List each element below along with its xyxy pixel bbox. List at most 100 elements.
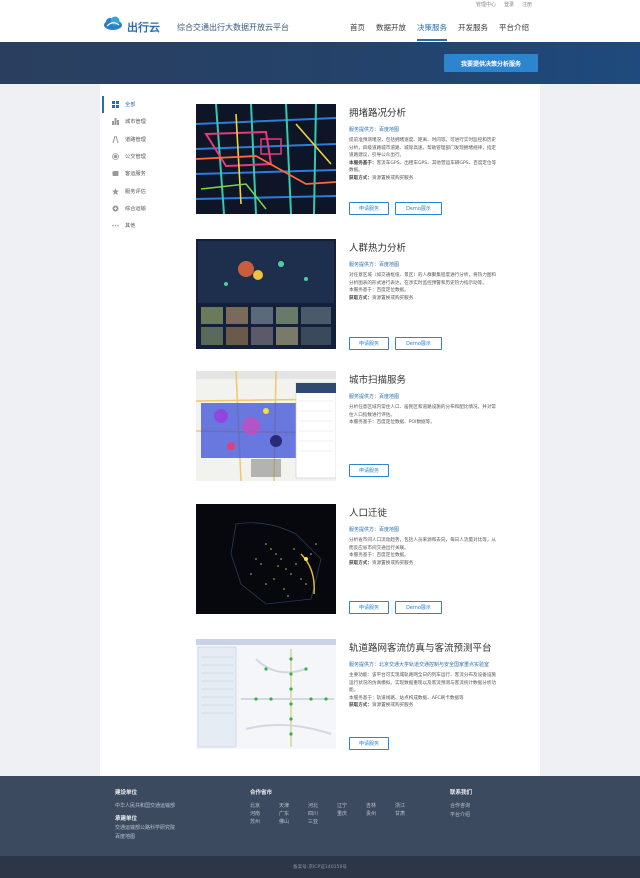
- transport-icon: [112, 205, 119, 212]
- service-info: 城市扫描服务 服务提供方：百度地图 分析任意区域内常住人口、居民区和道路设施的分…: [349, 371, 497, 427]
- service-actions: 申请服务 Demo展示: [349, 202, 442, 215]
- service-title[interactable]: 拥堵路况分析: [349, 108, 497, 120]
- nav-home[interactable]: 首页: [350, 22, 365, 41]
- grid-icon: [112, 101, 119, 109]
- sidebar-item-evaluation[interactable]: 服务评估: [102, 182, 172, 199]
- description-line: 获取方式：资源置换或购买服务: [349, 703, 414, 709]
- sidebar-item-all[interactable]: 全部: [102, 96, 172, 114]
- demo-button[interactable]: Demo展示: [395, 337, 442, 350]
- description-line: 本服务基于：客流车GPS、出租车GPS、其他营运车辆GPS、百度定位等数据。: [349, 160, 497, 174]
- footer-contact: 联系我们 合作咨询 平台介绍: [450, 789, 472, 820]
- service-title[interactable]: 轨道路网客流仿真与客流预测平台: [349, 643, 497, 655]
- city-link[interactable]: 北京: [250, 802, 279, 810]
- demo-button[interactable]: Demo展示: [395, 202, 442, 215]
- city-link[interactable]: 佛山: [279, 818, 308, 826]
- apply-service-button[interactable]: 申请服务: [349, 464, 389, 477]
- header: 出行云 综合交通出行大数据开放云平台 首页 数据开放 决策服务 开发服务 平台介…: [0, 10, 640, 42]
- cloud-logo-icon: [104, 16, 122, 30]
- heatmap-dashboard-image[interactable]: [196, 239, 336, 349]
- service-provider: 服务提供方：百度地图: [349, 127, 400, 133]
- sidebar-item-bus[interactable]: 公交管理: [102, 148, 172, 165]
- sidebar-item-label: 道路管理: [125, 136, 146, 143]
- star-icon: [112, 187, 119, 195]
- description-line: 获取方式：资源置换或购买服务: [349, 175, 414, 181]
- footer-item[interactable]: 合作咨询: [450, 802, 472, 811]
- city-link[interactable]: 河南: [250, 810, 279, 818]
- footer-heading: 建设单位: [115, 790, 138, 796]
- footer-item[interactable]: 平台介绍: [450, 811, 472, 820]
- banner: 我要提供决策分析服务: [0, 42, 640, 84]
- city-link[interactable]: 苏州: [250, 818, 279, 826]
- city-link[interactable]: 贵州: [366, 810, 395, 818]
- city-link[interactable]: 浙江: [395, 802, 424, 810]
- nav-dev-service[interactable]: 开发服务: [458, 22, 488, 41]
- nav-platform-intro[interactable]: 平台介绍: [499, 22, 529, 41]
- footer-item[interactable]: 交通运输部公路科学研究院: [115, 824, 175, 833]
- city-icon: [112, 118, 119, 126]
- top-bar: 管理中心 登录 注册: [0, 0, 640, 10]
- service-provider: 服务提供方：百度地图: [349, 527, 400, 533]
- description-line: 本服务基于：百度定位数据、POI数据等。: [349, 420, 435, 426]
- service-description: 分析任意区域内常住人口、居民区和道路设施的分布和配比情况，并对常住人口指数进行评…: [349, 404, 497, 427]
- service-title[interactable]: 城市扫描服务: [349, 375, 497, 387]
- description-line: 获取方式：资源置换或购买服务: [349, 295, 414, 301]
- city-link[interactable]: 辽宁: [337, 802, 366, 810]
- city-link[interactable]: 甘肃: [395, 810, 424, 818]
- service-title[interactable]: 人群热力分析: [349, 243, 497, 255]
- service-provider: 服务提供方：百度地图: [349, 262, 400, 268]
- demo-button[interactable]: Demo展示: [395, 601, 442, 614]
- sidebar-item-transport[interactable]: 综合运输: [102, 200, 172, 217]
- sidebar-item-label: 服务评估: [125, 188, 146, 195]
- sidebar-item-label: 城市管理: [125, 119, 146, 126]
- city-link[interactable]: 四川: [308, 810, 337, 818]
- apply-service-button[interactable]: 申请服务: [349, 601, 389, 614]
- road-icon: [112, 135, 119, 143]
- apply-service-button[interactable]: 申请服务: [349, 337, 389, 350]
- main-nav: 首页 数据开放 决策服务 开发服务 平台介绍: [350, 22, 529, 41]
- category-sidebar: 全部 城市管理 道路管理 公交管理 客运服务 服务评估 综合运输 其他: [102, 96, 172, 234]
- sidebar-item-passenger[interactable]: 客运服务: [102, 165, 172, 182]
- sidebar-item-label: 全部: [125, 102, 136, 109]
- footer-heading: 承建单位: [115, 816, 138, 822]
- city-link[interactable]: 重庆: [337, 810, 366, 818]
- congestion-map-image[interactable]: [196, 104, 336, 214]
- nav-data-open[interactable]: 数据开放: [376, 22, 406, 41]
- sidebar-item-other[interactable]: 其他: [102, 217, 172, 234]
- apply-service-button[interactable]: 申请服务: [349, 202, 389, 215]
- description-line: 对任意区域（如交通枢纽、景区）的人群聚集程度进行分析，将热力图和分析图表的形式进…: [349, 273, 497, 286]
- service-actions: 申请服务 Demo展示: [349, 601, 442, 614]
- footer-item[interactable]: 百度地图: [115, 833, 175, 842]
- main-content: 全部 城市管理 道路管理 公交管理 客运服务 服务评估 综合运输 其他 拥堵路况…: [100, 84, 540, 776]
- admin-center-link[interactable]: 管理中心: [476, 1, 496, 8]
- service-info: 拥堵路况分析 服务提供方：百度地图 提前准预测堵况，包括拥堵速度、距离、时间等。…: [349, 104, 497, 183]
- city-link[interactable]: 吉林: [366, 802, 395, 810]
- city-link[interactable]: 河北: [308, 802, 337, 810]
- city-link[interactable]: 广东: [279, 810, 308, 818]
- footer: 建设单位 中华人民共和国交通运输部 承建单位 交通运输部公路科学研究院 百度地图…: [0, 776, 640, 856]
- description-line: 提前准预测堵况，包括拥堵速度、距离、时间等。可进行实时监控和历史分析，四级道路城…: [349, 138, 497, 159]
- service-info: 轨道路网客流仿真与客流预测平台 服务提供方：北京交通大学轨道交通控制与安全国家重…: [349, 639, 497, 710]
- city-scan-image[interactable]: [196, 371, 336, 481]
- city-link[interactable]: 三亚: [308, 818, 337, 826]
- description-line: 本服务基于：百度定位数据。: [349, 553, 409, 559]
- city-link[interactable]: 天津: [279, 802, 308, 810]
- service-info: 人群热力分析 服务提供方：百度地图 对任意区域（如交通枢纽、景区）的人群聚集程度…: [349, 239, 497, 302]
- migration-map-image[interactable]: [196, 504, 336, 614]
- login-link[interactable]: 登录: [504, 1, 514, 8]
- provide-service-button[interactable]: 我要提供决策分析服务: [444, 54, 538, 72]
- footer-item[interactable]: 中华人民共和国交通运输部: [115, 802, 175, 811]
- service-provider: 服务提供方：北京交通大学轨道交通控制与安全国家重点实验室: [349, 662, 490, 668]
- service-description: 主要功能：该平台可实现城轨路网全日的列车运行、客流分布及设备设施运行状况的仿真模…: [349, 672, 497, 710]
- sidebar-item-road[interactable]: 道路管理: [102, 131, 172, 148]
- apply-service-button[interactable]: 申请服务: [349, 737, 389, 750]
- brand-name[interactable]: 出行云: [127, 19, 160, 35]
- service-title[interactable]: 人口迁徙: [349, 508, 497, 520]
- service-actions: 申请服务: [349, 737, 389, 750]
- register-link[interactable]: 注册: [522, 1, 532, 8]
- sidebar-item-city[interactable]: 城市管理: [102, 113, 172, 130]
- rail-simulation-image[interactable]: [196, 639, 336, 749]
- passenger-icon: [112, 171, 119, 177]
- sidebar-item-label: 其他: [125, 223, 136, 230]
- nav-decision-service[interactable]: 决策服务: [417, 22, 447, 41]
- copyright: 备案号:京ICP证140158号: [0, 856, 640, 878]
